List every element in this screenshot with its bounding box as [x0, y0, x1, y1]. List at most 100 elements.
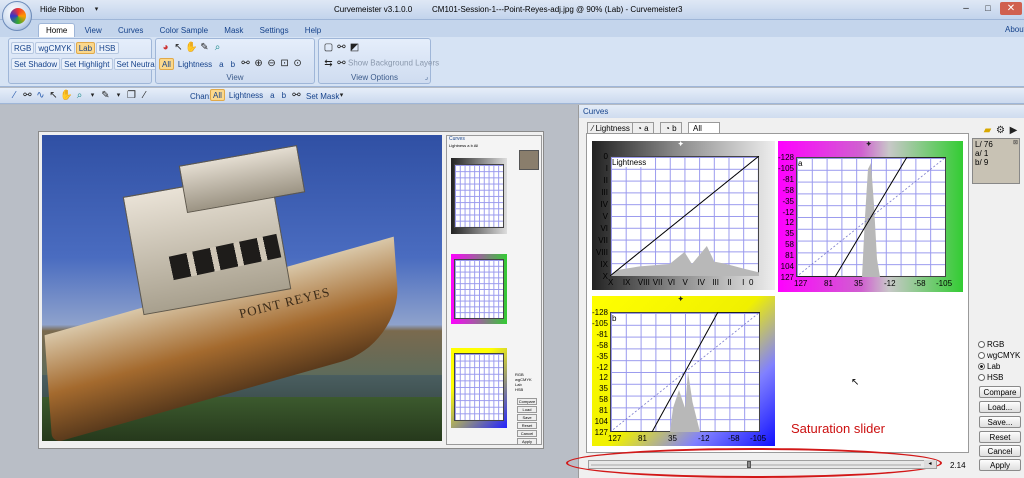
mini-cancel-button[interactable]: Cancel [517, 430, 537, 437]
zoom-icon[interactable]: ⌕ [211, 41, 224, 54]
mini-tab-b[interactable]: b [471, 143, 473, 148]
eyedropper-icon[interactable]: ✎ [198, 41, 211, 54]
reset-button[interactable]: Reset [979, 431, 1021, 443]
pointer-icon[interactable]: ↖ [172, 41, 185, 54]
chan-b-button[interactable]: b [279, 89, 289, 101]
tab-mask[interactable]: Mask [217, 24, 250, 38]
set-shadow-button[interactable]: Set Shadow [11, 57, 61, 70]
tab-curves[interactable]: Curves [111, 24, 150, 38]
zoom-fit-icon[interactable]: ⊡ [278, 57, 291, 70]
radio-rgb[interactable]: RGB [978, 340, 1004, 350]
load-button[interactable]: Load... [979, 401, 1021, 413]
tab-home[interactable]: Home [38, 23, 76, 37]
lightness-y-tick: III [601, 188, 608, 197]
mini-compare-button[interactable]: Compare [517, 398, 537, 405]
quick-access-dropdown-icon[interactable]: ▾ [90, 3, 103, 16]
compare-button[interactable]: Compare [979, 386, 1021, 398]
curve-graph-icon[interactable]: ◩ [348, 41, 361, 54]
lightness-y-tick: V [602, 212, 608, 221]
zoom-tool-icon[interactable]: ⌕ [73, 89, 86, 102]
minimize-icon[interactable]: – [956, 2, 976, 15]
play-icon[interactable]: ▶ [1007, 124, 1020, 137]
radio-hsb[interactable]: HSB [978, 373, 1003, 383]
title-bar: Hide Ribbon ▾ Curvemeister v3.1.0.0 CM10… [0, 0, 1024, 31]
sampler-dropdown-icon[interactable]: ▾ [112, 89, 125, 102]
mini-a-frame [451, 254, 507, 324]
curve-tool-icon[interactable]: ⁄ [8, 89, 21, 102]
mask-options-icon[interactable]: ⚯ [335, 41, 348, 54]
radio-wgcmyk[interactable]: wgCMYK [978, 351, 1020, 361]
mini-tab-all[interactable]: All [474, 143, 478, 148]
mini-load-button[interactable]: Load [517, 406, 537, 413]
mini-radio-hsb[interactable]: HSB [515, 387, 532, 392]
link-icon[interactable]: ⇆ [322, 57, 335, 70]
slider-thumb[interactable] [747, 461, 752, 468]
sampler-icon[interactable]: ✎ [99, 89, 112, 102]
app-orb[interactable] [2, 1, 32, 31]
mode-rgb-button[interactable]: RGB [11, 42, 35, 54]
view-lightness-button[interactable]: Lightness [175, 58, 215, 70]
pan-icon[interactable]: ✋ [60, 89, 73, 102]
dialog-launcher-icon[interactable]: ⌟ [425, 73, 428, 81]
about-link[interactable]: About [1005, 25, 1024, 34]
dropper-icon[interactable]: ⁄ [138, 89, 151, 102]
zoom-in-icon[interactable]: ⊕ [252, 57, 265, 70]
show-background-layers-label[interactable]: Show Background Layers [348, 59, 439, 68]
mini-tab-lightness[interactable]: Lightness [449, 143, 466, 148]
copy-icon[interactable]: ❐ [125, 89, 138, 102]
photo[interactable]: POINT REYES [42, 135, 442, 441]
layers-icon[interactable]: ▢ [322, 41, 335, 54]
set-neutral-button[interactable]: Set Neutral [113, 57, 160, 70]
chan-lightness-button[interactable]: Lightness [226, 89, 266, 101]
mini-tab-a[interactable]: a [467, 143, 469, 148]
radio-lab[interactable]: Lab [978, 362, 1000, 372]
settings-icon[interactable]: ⚙ [994, 124, 1007, 137]
chan-all-button[interactable]: All [210, 89, 225, 101]
mode-wgcmyk-button[interactable]: wgCMYK [35, 42, 75, 54]
dropdown-icon[interactable]: ▾ [86, 89, 99, 102]
save-button[interactable]: Save... [979, 416, 1021, 428]
set-highlight-button[interactable]: Set Highlight [61, 57, 113, 70]
readout-l: L/ 76 [975, 140, 993, 149]
set-mask-dropdown-icon[interactable]: ▾ [335, 89, 348, 102]
chan-a-button[interactable]: a [267, 89, 277, 101]
palette-icon[interactable]: ◕ [159, 41, 172, 54]
set-mask-icon[interactable]: ⚯ [290, 89, 303, 102]
mini-b-grid[interactable] [454, 353, 504, 421]
mini-reset-button[interactable]: Reset [517, 422, 537, 429]
mode-lab-button[interactable]: Lab [75, 42, 96, 54]
folder-icon[interactable]: ▰ [981, 124, 994, 137]
mask-tool-icon[interactable]: ⚯ [21, 89, 34, 102]
maximize-icon[interactable]: □ [978, 2, 998, 15]
b-y-tick: -35 [596, 351, 608, 361]
zoom-actual-icon[interactable]: ⊙ [291, 57, 304, 70]
tab-view[interactable]: View [78, 24, 109, 38]
apply-button[interactable]: Apply [979, 459, 1021, 471]
boat-wheelhouse [178, 144, 306, 214]
b-y-tick: -12 [596, 362, 608, 372]
mini-apply-button[interactable]: Apply [517, 438, 537, 445]
goggles-icon[interactable]: ⚯ [335, 57, 348, 70]
hand-icon[interactable]: ✋ [185, 41, 198, 54]
close-icon[interactable]: ✕ [1000, 2, 1022, 15]
saturation-slider[interactable]: ◂ [588, 460, 937, 469]
mode-hsb-button[interactable]: HSB [96, 42, 119, 54]
cancel-button[interactable]: Cancel [979, 445, 1021, 457]
pen-curve-icon[interactable]: ∿ [34, 89, 47, 102]
mini-save-button[interactable]: Save [517, 414, 537, 421]
view-all-button[interactable]: All [159, 57, 174, 70]
tab-color-sample[interactable]: Color Sample [153, 24, 215, 38]
slider-decrement-icon[interactable]: ◂ [924, 460, 936, 468]
readout-close-icon[interactable]: ⊠ [1013, 139, 1018, 146]
view-a-button[interactable]: a [216, 58, 226, 70]
tab-settings[interactable]: Settings [253, 24, 296, 38]
tool-strip: ⁄ ⚯ ∿ ↖ ✋ ⌕ ▾ ✎ ▾ ❐ ⁄ Chan: All Lightness a b ⚯ Set M… [0, 88, 1024, 104]
view-b-button[interactable]: b [228, 58, 238, 70]
mini-lightness-grid[interactable] [454, 164, 504, 228]
mini-a-grid[interactable] [454, 259, 504, 319]
mask-view-icon[interactable]: ⚯ [239, 57, 252, 70]
tab-help[interactable]: Help [298, 24, 328, 38]
select-icon[interactable]: ↖ [47, 89, 60, 102]
zoom-out-icon[interactable]: ⊖ [265, 57, 278, 70]
hide-ribbon-button[interactable]: Hide Ribbon [40, 5, 84, 14]
